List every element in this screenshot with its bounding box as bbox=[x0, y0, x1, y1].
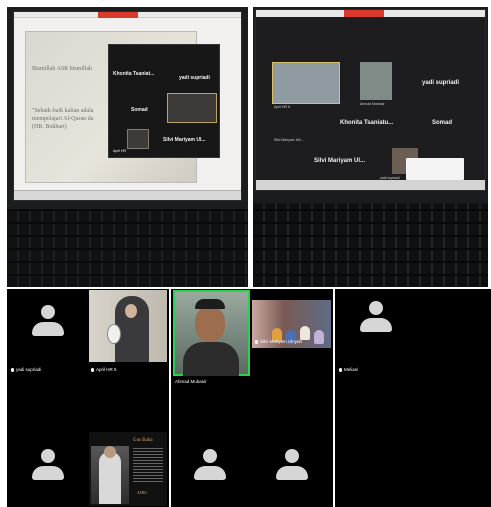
participant-name: April HR 6 bbox=[96, 367, 117, 372]
notification-popup bbox=[406, 158, 464, 180]
poster-title: Gus Baha bbox=[133, 438, 153, 443]
avatar-placeholder-icon bbox=[31, 449, 65, 483]
laptop-screen: April HR 6 Ahmad Mubasir yadi supriadi K… bbox=[255, 9, 486, 191]
participant-figure bbox=[314, 330, 324, 344]
poster-figure bbox=[99, 452, 121, 504]
participant-name: yadi supriadi bbox=[422, 80, 460, 86]
zoom-participant-panel: Khonita Tsaniat... yadi supriadi Somad A… bbox=[108, 44, 220, 158]
recording-indicator bbox=[98, 12, 138, 18]
participant-name: Meliani bbox=[344, 367, 359, 372]
active-speaker-video-tile[interactable] bbox=[173, 290, 250, 376]
poster-text-block bbox=[133, 448, 163, 484]
participant-face bbox=[195, 306, 225, 342]
avatar-placeholder-icon bbox=[193, 449, 227, 483]
taskbar bbox=[256, 180, 485, 190]
keyboard-rows bbox=[253, 203, 488, 287]
participant-name-label: yadi supriadi bbox=[11, 367, 41, 372]
poster-signature: ASRO bbox=[137, 490, 147, 495]
slide-line: mempelajari Al-Quran da bbox=[32, 116, 94, 122]
participant-cap bbox=[195, 299, 225, 309]
poster-figure-head bbox=[104, 446, 116, 458]
participant-name: Khonita Tsaniatu... bbox=[340, 120, 394, 126]
zoom-gallery-screenshot: yadi supriadi April HR 6 Gus Baha ASRO bbox=[7, 289, 169, 507]
avatar-placeholder-icon bbox=[359, 301, 393, 335]
laptop-screen: Bismillah ASR bismillah "Sebaik-baik kal… bbox=[13, 11, 242, 201]
participant-name-label: Silvi Mariyam Ulnyah bbox=[255, 339, 302, 344]
microphone-icon bbox=[339, 367, 342, 372]
participant-video bbox=[360, 62, 392, 100]
participant-name: Silvi Mariyam Ul... bbox=[163, 137, 206, 143]
participant-face bbox=[125, 304, 137, 318]
participant-name: Ahmad Mubasir bbox=[175, 379, 207, 384]
participant-small-label: Silvi Mariyam Uhl... bbox=[274, 138, 304, 142]
participant-name: Somad bbox=[432, 120, 453, 126]
zoom-gallery-screenshot: Ahmad Mubasir Silvi Mariyam Ulnyah bbox=[171, 289, 333, 507]
slide-line: (HR. Bukhari) bbox=[32, 124, 67, 130]
participant-video bbox=[167, 93, 217, 123]
held-object bbox=[107, 324, 121, 344]
participant-name-label: April HR 6 bbox=[91, 367, 117, 372]
photo-laptop-slideshow: Bismillah ASR bismillah "Sebaik-baik kal… bbox=[7, 7, 248, 287]
participant-shirt bbox=[183, 342, 239, 376]
zoom-gallery-screenshot: Meliani bbox=[335, 289, 491, 507]
participant-name: yadi supriadi bbox=[16, 367, 42, 372]
recording-indicator bbox=[344, 10, 384, 17]
participant-name: Silvi Mariyam Ulnyah bbox=[260, 339, 303, 344]
participant-small-label: April HR 6 bbox=[274, 105, 290, 109]
participant-video bbox=[127, 129, 149, 149]
participant-name: yadi supriadi bbox=[179, 75, 210, 81]
taskbar bbox=[14, 190, 241, 200]
slide-line: "Sebaik-baik kalian adala bbox=[32, 108, 94, 114]
slide-line: Bismillah ASR bismillah bbox=[32, 66, 93, 72]
microphone-icon bbox=[11, 367, 14, 372]
participant-name-label: Ahmad Mubasir bbox=[175, 379, 207, 384]
participant-name: Silvi Mariyam Ul... bbox=[314, 158, 366, 164]
keyboard-rows bbox=[7, 209, 248, 287]
participant-small-label: Ahmad Mubasir bbox=[360, 102, 385, 106]
participant-name: Somad bbox=[131, 107, 148, 113]
avatar-placeholder-icon bbox=[31, 305, 65, 339]
participant-video-tile[interactable]: Gus Baha ASRO bbox=[89, 432, 167, 506]
participant-small-label: April HR bbox=[113, 149, 127, 153]
participant-video bbox=[272, 62, 340, 104]
participant-video-tile[interactable] bbox=[89, 290, 167, 362]
participant-name-label: Meliani bbox=[339, 367, 358, 372]
microphone-icon bbox=[255, 339, 258, 344]
microphone-icon bbox=[91, 367, 94, 372]
photo-laptop-gallery: April HR 6 Ahmad Mubasir yadi supriadi K… bbox=[253, 7, 488, 287]
participant-name: Khonita Tsaniat... bbox=[113, 71, 155, 77]
avatar-placeholder-icon bbox=[275, 449, 309, 483]
participant-figure bbox=[300, 326, 310, 340]
